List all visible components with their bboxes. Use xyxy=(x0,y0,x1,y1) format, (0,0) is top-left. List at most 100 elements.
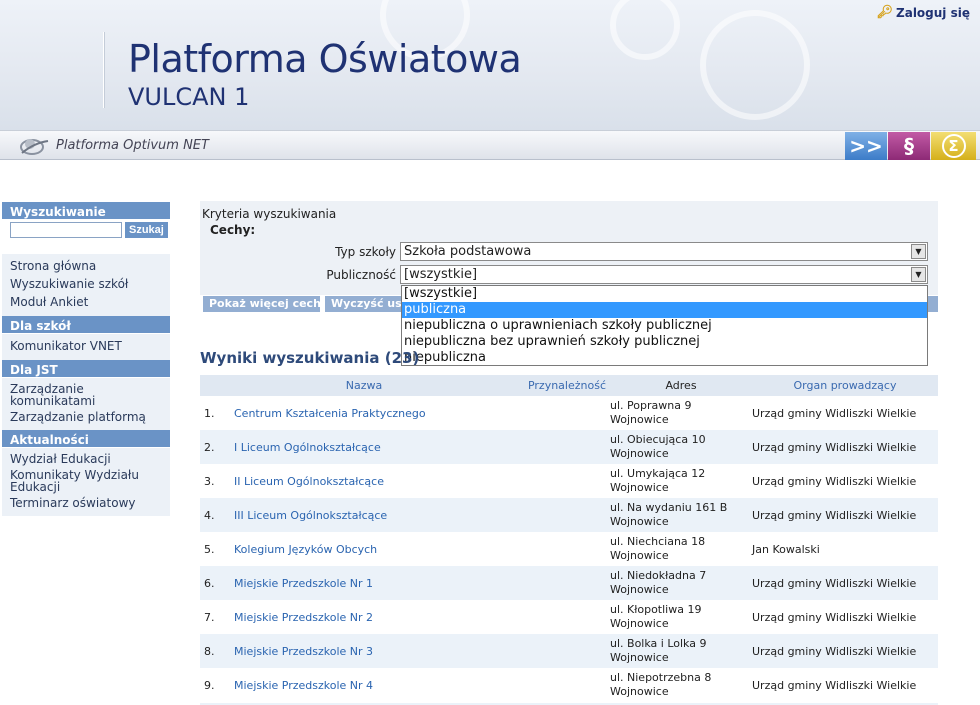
row-number: 4. xyxy=(200,498,234,532)
table-row: 7. Miejskie Przedszkole Nr 2 ul. Kłopotliw… xyxy=(200,600,938,634)
sidebar-item-messages-admin[interactable]: Zarządzanie komunikatami xyxy=(10,381,120,409)
public-select[interactable]: [wszystkie] ▼ xyxy=(400,265,928,284)
header-num xyxy=(200,375,234,396)
decor-circle xyxy=(610,0,680,60)
table-row: 5. Kolegium Języków Obcych ul. Niechciana … xyxy=(200,532,938,566)
sidebar-item-platform-admin[interactable]: Zarządzanie platformą xyxy=(10,409,162,425)
address-street: ul. Obiecująca 10 xyxy=(610,433,706,446)
clear-settings-button[interactable]: Wyczyść ust xyxy=(325,296,403,312)
public-label: Publiczność xyxy=(326,268,396,282)
chevron-down-icon[interactable]: ▼ xyxy=(911,244,926,259)
app-subtitle: VULCAN 1 xyxy=(128,83,250,111)
table-row: 2. I Liceum Ogólnokształcące ul. Obiecując… xyxy=(200,430,938,464)
chevron-down-icon[interactable]: ▼ xyxy=(911,267,926,282)
row-number: 7. xyxy=(204,610,215,624)
key-icon: 🔑︎ xyxy=(876,5,894,20)
school-name-link[interactable]: Miejskie Przedszkole Nr 3 xyxy=(234,634,610,668)
school-name-link[interactable]: Centrum Kształcenia Praktycznego xyxy=(234,396,610,430)
header-name[interactable]: Nazwa xyxy=(234,375,494,396)
school-address: ul. Umykająca 12 Wojnowice xyxy=(610,464,752,498)
sidebar-heading-search: Wyszukiwanie xyxy=(2,202,170,220)
table-row: 3. II Liceum Ogólnokształcące ul. Umykając… xyxy=(200,464,938,498)
row-number: 9. xyxy=(204,678,215,692)
dropdown-option[interactable]: [wszystkie] xyxy=(402,286,927,302)
school-address: ul. Niepotrzebna 8 Wojnowice xyxy=(610,668,752,702)
row-number: 2. xyxy=(200,430,234,464)
row-number: 1. xyxy=(204,406,215,420)
product-label: Platforma Optivum NET xyxy=(56,138,209,153)
address-city: Wojnowice xyxy=(610,651,669,664)
school-name-link[interactable]: Miejskie Przedszkole Nr 1 xyxy=(234,566,610,600)
sidebar-main-links: Strona główna Wyszukiwanie szkół Moduł A… xyxy=(2,254,170,316)
sidebar-item-vnet[interactable]: Komunikator VNET xyxy=(10,337,162,355)
school-authority: Urząd gminy Widliszki Wielkie xyxy=(752,610,917,624)
dropdown-option[interactable]: publiczna xyxy=(402,302,927,318)
address-city: Wojnowice xyxy=(610,481,669,494)
school-name-link[interactable]: I Liceum Ogólnokształcące xyxy=(234,430,610,464)
table-row: 8. Miejskie Przedszkole Nr 3 ul. Bolka i L… xyxy=(200,634,938,668)
banner-divider xyxy=(103,32,104,108)
sidebar-item-dept-messages[interactable]: Komunikaty Wydziału Edukacji xyxy=(10,467,150,495)
school-address: ul. Na wydaniu 161 B Wojnowice xyxy=(610,498,752,532)
public-dropdown-list[interactable]: [wszystkie] publiczna niepubliczna o upr… xyxy=(401,285,928,366)
school-address: ul. Niechciana 18 Wojnowice xyxy=(610,532,752,566)
school-authority: Urząd gminy Widliszki Wielkie xyxy=(752,498,938,532)
school-name-link[interactable]: Kolegium Języków Obcych xyxy=(234,532,610,566)
school-type-value: Szkoła podstawowa xyxy=(404,244,532,259)
address-street: ul. Na wydaniu 161 B xyxy=(610,501,728,514)
school-address: ul. Poprawna 9 Wojnowice xyxy=(610,396,752,430)
address-street: ul. Kłopotliwa 19 xyxy=(610,603,702,616)
header-banner: Platforma Oświatowa VULCAN 1 🔑︎ Zaloguj … xyxy=(0,0,980,130)
school-authority: Urząd gminy Widliszki Wielkie xyxy=(752,634,938,668)
sidebar-item-school-search[interactable]: Wyszukiwanie szkół xyxy=(10,275,162,293)
search-criteria-panel: Kryteria wyszukiwania Cechy: Typ szkoły … xyxy=(200,201,938,295)
header-address: Adres xyxy=(610,375,752,396)
dropdown-option[interactable]: niepubliczna xyxy=(402,350,927,366)
dropdown-option[interactable]: niepubliczna bez uprawnień szkoły public… xyxy=(402,334,927,350)
address-city: Wojnowice xyxy=(610,413,669,426)
sidebar-item-home[interactable]: Strona główna xyxy=(10,257,162,275)
school-name-link[interactable]: II Liceum Ogólnokształcące xyxy=(234,464,610,498)
table-row: 1. Centrum Kształcenia Praktycznego ul. Po… xyxy=(200,396,938,430)
sidebar-search: Szukaj xyxy=(2,220,170,240)
sidebar-heading-jst: Dla JST xyxy=(2,360,170,378)
paragraph-icon[interactable]: § xyxy=(888,132,930,160)
results-table: Nazwa Przynależność Adres Organ prowadzą… xyxy=(200,375,938,702)
search-input[interactable] xyxy=(10,222,122,238)
optivum-logo-icon xyxy=(18,135,50,161)
address-street: ul. Umykająca 12 xyxy=(610,467,706,480)
sidebar-news-links: Wydział Edukacji Komunikaty Wydziału Edu… xyxy=(2,448,170,516)
sidebar-item-education-dept[interactable]: Wydział Edukacji xyxy=(10,451,162,467)
sidebar-item-calendar[interactable]: Terminarz oświatowy xyxy=(10,495,162,511)
school-address: ul. Obiecująca 10 Wojnowice xyxy=(610,430,752,464)
school-name-link[interactable]: Miejskie Przedszkole Nr 4 xyxy=(234,668,610,702)
search-button[interactable]: Szukaj xyxy=(125,222,168,238)
dropdown-option[interactable]: niepubliczna o uprawnieniach szkoły publ… xyxy=(402,318,927,334)
header-authority[interactable]: Organ prowadzący xyxy=(752,375,938,396)
show-more-features-button[interactable]: Pokaż więcej cech xyxy=(203,296,320,312)
school-type-label: Typ szkoły xyxy=(335,245,396,259)
school-authority: Jan Kowalski xyxy=(752,542,820,556)
address-street: ul. Poprawna 9 xyxy=(610,399,692,412)
address-city: Wojnowice xyxy=(610,515,669,528)
sidebar-item-surveys[interactable]: Moduł Ankiet xyxy=(10,293,162,311)
decor-circle xyxy=(700,10,810,120)
school-type-select[interactable]: Szkoła podstawowa ▼ xyxy=(400,242,928,261)
criteria-title: Kryteria wyszukiwania xyxy=(202,207,337,221)
product-toolbar: Platforma Optivum NET >> § Σ xyxy=(0,130,980,160)
school-name-link[interactable]: III Liceum Ogólnokształcące xyxy=(234,498,610,532)
address-street: ul. Niepotrzebna 8 xyxy=(610,671,712,684)
address-city: Wojnowice xyxy=(610,617,669,630)
header-affiliation[interactable]: Przynależność xyxy=(494,375,610,396)
school-authority: Urząd gminy Widliszki Wielkie xyxy=(752,566,938,600)
sidebar-heading-schools: Dla szkół xyxy=(2,316,170,334)
sidebar-schools-links: Komunikator VNET xyxy=(2,334,170,360)
table-header-row: Nazwa Przynależność Adres Organ prowadzą… xyxy=(200,375,938,396)
school-name-link[interactable]: Miejskie Przedszkole Nr 2 xyxy=(234,600,610,634)
login-link[interactable]: 🔑︎ Zaloguj się xyxy=(877,5,971,20)
sigma-icon[interactable]: Σ xyxy=(931,132,976,160)
row-number: 3. xyxy=(204,474,215,488)
double-chevron-right-icon[interactable]: >> xyxy=(845,132,887,160)
row-number: 6. xyxy=(200,566,234,600)
table-row: 6. Miejskie Przedszkole Nr 1 ul. Niedokład… xyxy=(200,566,938,600)
